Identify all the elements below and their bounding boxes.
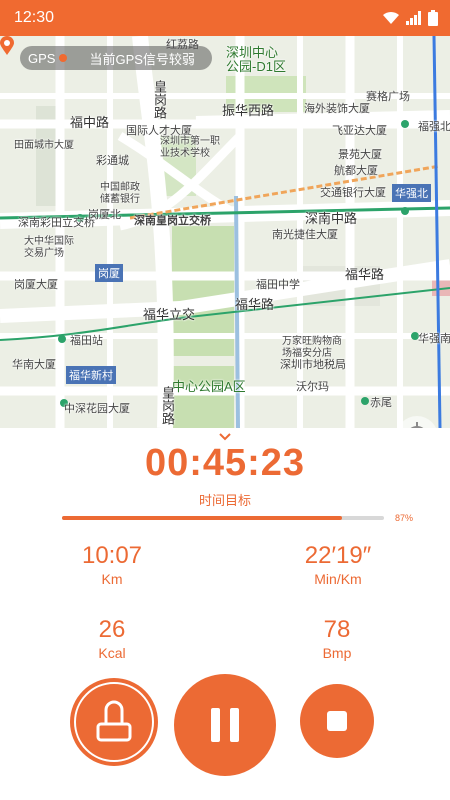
map-label: 深圳市第一职 业技术学校 xyxy=(160,136,220,159)
lock-button[interactable] xyxy=(70,678,158,766)
map-label: 沃尔玛 xyxy=(296,381,329,393)
map-label: 福华立交 xyxy=(143,307,196,322)
map-label: 中心公园A区 xyxy=(172,379,246,394)
lock-icon xyxy=(96,700,132,742)
location-marker-icon xyxy=(0,36,14,55)
map-label: 深圳中心 公园-D1区 xyxy=(226,45,286,74)
pace-unit: Min/Km xyxy=(314,571,362,587)
timer-label: 时间目标 xyxy=(198,493,251,508)
map-label: 振华西路 xyxy=(222,103,275,118)
pause-icon xyxy=(211,708,239,742)
map-label: 深南彩田立交桥 xyxy=(18,217,95,229)
map-label: 华南大厦 xyxy=(12,359,56,371)
map-label: 田面城市大厦 xyxy=(14,140,74,151)
gps-status-dot xyxy=(59,54,68,62)
goal-progress-fill xyxy=(62,516,343,520)
status-time: 12:30 xyxy=(14,9,55,26)
distance-value: 10:07 xyxy=(81,542,143,569)
map-label: 深圳市地税局 xyxy=(280,359,346,371)
map-label: 华强南 xyxy=(418,333,450,345)
map-label: 深南中路 xyxy=(305,211,358,226)
map-label: 岗厦 xyxy=(95,264,123,282)
goal-progress-bar xyxy=(62,516,384,520)
chevron-down-icon[interactable] xyxy=(218,432,232,442)
pace-value: 22′19″ xyxy=(304,542,372,569)
map-label: 中深花园大厦 xyxy=(64,403,130,415)
workout-panel: 00:45:23 时间目标 87% 10:07 Km 22′19″ Min/Km… xyxy=(0,428,450,800)
map-label: 彩通城 xyxy=(96,155,129,167)
map-label: 福华路 xyxy=(235,297,275,312)
elapsed-timer: 00:45:23 xyxy=(144,442,306,484)
signal-icon xyxy=(406,11,421,25)
map-label: 交通银行大厦 xyxy=(320,187,386,199)
calories-value: 26 xyxy=(98,616,126,643)
status-bar: 12:30 xyxy=(0,0,450,36)
map-label: 景苑大厦 xyxy=(338,149,382,161)
map-view[interactable]: 深南彩田立交桥 深南皇岗立交桥 深南中路 福中路 福华路 福华路 福华立交 振华… xyxy=(0,36,450,428)
bpm-unit: Bmp xyxy=(322,645,352,661)
map-label: 大中华国际 交易广场 xyxy=(24,236,74,259)
gps-signal-banner: GPS 当前GPS信号较弱 xyxy=(20,46,212,70)
distance-stat: 10:07 Km xyxy=(70,542,154,587)
map-label: 岗厦大厦 xyxy=(14,279,58,291)
map-label: 航都大厦 xyxy=(334,165,378,177)
stop-icon xyxy=(327,711,347,731)
map-label: 赤尾 xyxy=(370,397,392,409)
map-label: 岗厦北 xyxy=(88,209,121,221)
map-label: 飞亚达大厦 xyxy=(332,125,387,137)
locate-button[interactable] xyxy=(396,416,438,428)
gps-message: 当前GPS信号较弱 xyxy=(89,51,195,67)
gps-prefix: GPS xyxy=(28,50,56,66)
battery-icon xyxy=(428,10,438,26)
map-label: 福中路 xyxy=(70,115,110,130)
map-label: 皇岗路 xyxy=(152,80,167,119)
pace-stat: 22′19″ Min/Km xyxy=(280,542,396,587)
pause-button[interactable] xyxy=(174,674,276,776)
wifi-icon xyxy=(383,11,399,24)
distance-unit: Km xyxy=(101,571,123,587)
map-label: 福田站 xyxy=(70,335,103,347)
bpm-value: 78 xyxy=(323,616,351,643)
map-label: 海外装饰大厦 xyxy=(304,103,370,115)
progress-percent: 87% xyxy=(395,513,414,523)
stop-button[interactable] xyxy=(300,684,374,758)
map-label: 福田中学 xyxy=(256,279,300,291)
map-label: 福华新村 xyxy=(66,366,116,384)
heart-rate-stat: 78 Bmp xyxy=(300,616,374,661)
crosshair-icon xyxy=(410,422,424,428)
calories-unit: Kcal xyxy=(98,645,126,661)
map-label: 福华路 xyxy=(345,267,385,282)
calories-stat: 26 Kcal xyxy=(80,616,144,661)
map-label: 福强北 xyxy=(418,121,450,133)
map-label: 赛格广场 xyxy=(366,91,410,103)
map-label: 华强北 xyxy=(392,184,431,202)
map-label: 皇岗路 xyxy=(160,386,175,425)
map-label: 深南皇岗立交桥 xyxy=(134,215,211,227)
map-label: 中国邮政 储蓄银行 xyxy=(100,182,140,205)
map-label: 南光捷佳大厦 xyxy=(272,229,338,241)
